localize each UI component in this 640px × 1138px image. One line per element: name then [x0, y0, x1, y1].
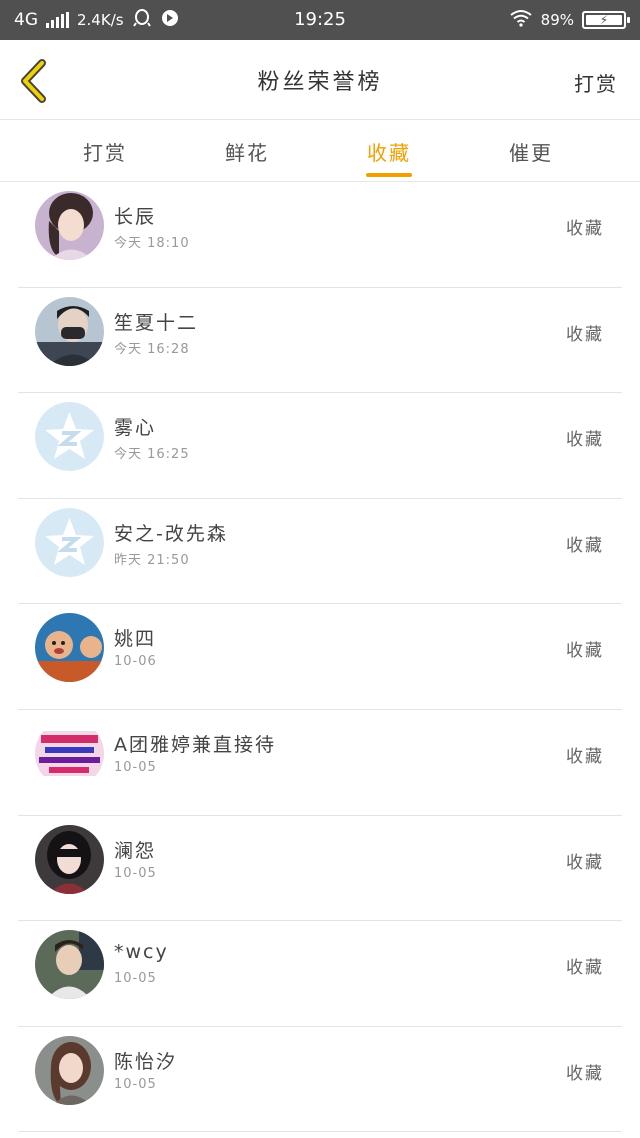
- reward-button[interactable]: 打赏: [574, 68, 618, 97]
- fan-name: 澜怨: [114, 839, 157, 862]
- fan-list-item[interactable]: A团雅婷兼直接待 10-05 收藏: [18, 710, 622, 816]
- fan-list: 长辰 今天 18:10 收藏 笙夏十二 今天 16:28 收藏 雾心 今天 16:25 收藏 安之…: [0, 182, 640, 1133]
- avatar[interactable]: [35, 1035, 104, 1105]
- avatar[interactable]: [35, 718, 104, 788]
- fan-list-item[interactable]: 长辰今天 18:10 收藏: [18, 182, 622, 288]
- tab-urge-update[interactable]: 催更: [460, 121, 602, 181]
- avatar[interactable]: [35, 191, 104, 260]
- signal-icon: [46, 12, 69, 28]
- battery-icon: ⚡: [582, 11, 630, 29]
- network-type: 4G: [14, 10, 38, 30]
- nav-header: 粉丝荣誉榜 打赏: [0, 40, 640, 120]
- fan-action-label: 收藏: [566, 1063, 604, 1084]
- avatar[interactable]: [35, 296, 104, 366]
- fan-action-label: 收藏: [566, 324, 604, 345]
- fan-list-item[interactable]: 澜怨 10-05 收藏: [18, 816, 622, 922]
- avatar[interactable]: [35, 507, 104, 577]
- fan-list-item[interactable]: 陈怡汐 10-05 收藏: [18, 1027, 622, 1133]
- battery-percent: 89%: [540, 11, 574, 29]
- fan-name: 长辰: [114, 206, 157, 228]
- fan-time: 10-05: [114, 865, 157, 881]
- fan-time: 昨天 21:50: [114, 552, 190, 568]
- network-speed: 2.4K/s: [77, 11, 124, 29]
- avatar[interactable]: [35, 613, 104, 683]
- fan-action-label: 收藏: [566, 535, 604, 556]
- avatar[interactable]: [35, 930, 104, 1000]
- status-left: 4G 2.4K/s: [14, 8, 180, 33]
- tab-bar: 打赏 鲜花 收藏 催更: [0, 121, 640, 182]
- wifi-icon: [509, 9, 533, 32]
- fan-list-item[interactable]: 安之-改先森昨天 21:50 收藏: [18, 499, 622, 605]
- back-button[interactable]: [16, 58, 50, 104]
- fan-name: 雾心: [114, 417, 157, 440]
- fan-action-label: 收藏: [566, 219, 604, 239]
- fan-list-item[interactable]: *wcy 10-05 收藏: [18, 921, 622, 1027]
- charging-bolt-icon: ⚡: [599, 13, 609, 27]
- status-bar: 4G 2.4K/s 19:25 89% ⚡: [0, 0, 640, 40]
- chevron-left-icon: [21, 59, 46, 103]
- status-right: 89% ⚡: [509, 9, 630, 32]
- fan-name: *wcy: [114, 941, 169, 964]
- fan-action-label: 收藏: [566, 958, 604, 979]
- qq-icon: [132, 8, 152, 33]
- fan-action-label: 收藏: [566, 852, 604, 873]
- fan-list-item[interactable]: 姚四 10-06 收藏: [18, 604, 622, 710]
- fan-name: 姚四: [114, 628, 157, 651]
- page-title: 粉丝荣誉榜: [257, 69, 383, 95]
- fan-time: 今天 16:28: [114, 341, 190, 357]
- tab-reward[interactable]: 打赏: [34, 121, 176, 181]
- fan-list-item[interactable]: 笙夏十二今天 16:28 收藏: [18, 288, 622, 394]
- avatar[interactable]: [35, 824, 104, 894]
- fan-time: 10-05: [114, 759, 157, 775]
- fan-list-item[interactable]: 雾心今天 16:25 收藏: [18, 393, 622, 499]
- tab-favorites[interactable]: 收藏: [318, 121, 460, 181]
- tab-label: 催更: [509, 141, 553, 165]
- fan-time: 10-05: [114, 971, 157, 987]
- tab-label: 鲜花: [225, 141, 269, 165]
- fan-name: 笙夏十二: [114, 311, 199, 334]
- tab-label: 收藏: [367, 141, 411, 165]
- fan-name: 安之-改先森: [114, 522, 228, 545]
- tab-flowers[interactable]: 鲜花: [176, 121, 318, 181]
- tab-active-indicator: [366, 173, 412, 177]
- app-screen: 4G 2.4K/s 19:25 89% ⚡ 粉丝荣誉榜 打赏 打赏 鲜花 收藏 …: [0, 0, 640, 1138]
- avatar[interactable]: [35, 402, 104, 472]
- fan-name: A团雅婷兼直接待: [114, 733, 276, 756]
- fan-action-label: 收藏: [566, 746, 604, 767]
- fan-action-label: 收藏: [566, 641, 604, 662]
- fan-time: 10-06: [114, 654, 157, 670]
- app-notification-icon: [160, 8, 180, 33]
- fan-action-label: 收藏: [566, 430, 604, 451]
- fan-time: 今天 18:10: [114, 236, 190, 251]
- fan-time: 今天 16:25: [114, 447, 190, 463]
- fan-name: 陈怡汐: [114, 1050, 178, 1073]
- tab-label: 打赏: [83, 141, 127, 165]
- fan-time: 10-05: [114, 1076, 157, 1092]
